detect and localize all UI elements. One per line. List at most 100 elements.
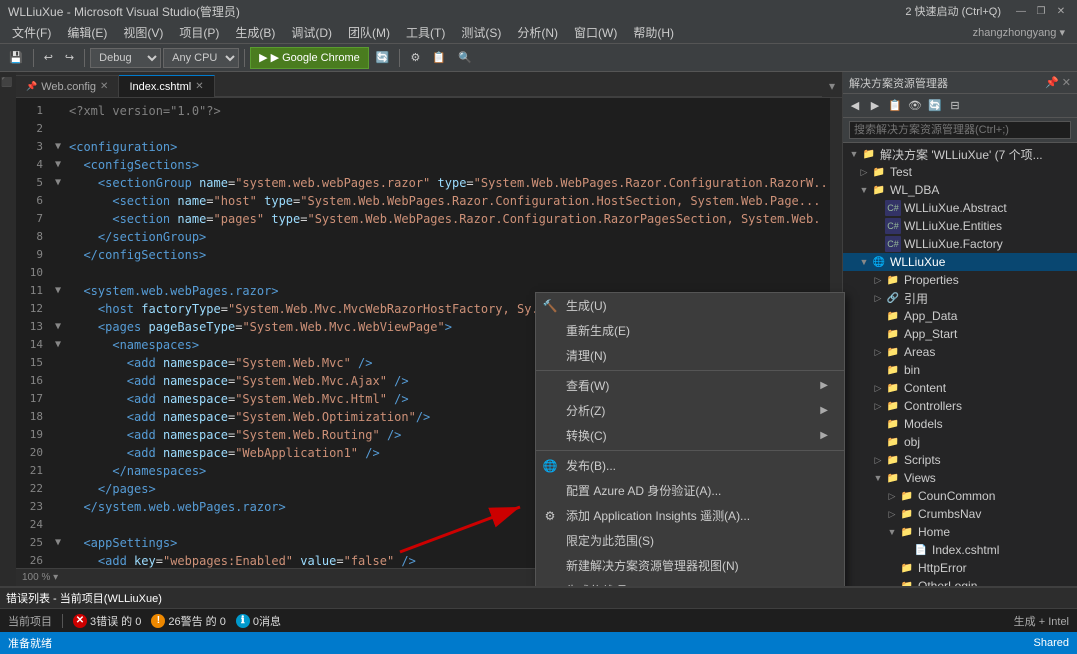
menubar: 文件(F) 编辑(E) 视图(V) 项目(P) 生成(B) 调试(D) 团队(M… [0, 22, 1077, 44]
tree-content[interactable]: ▷ 📁 Content [843, 379, 1077, 397]
ctx-clean[interactable]: 清理(N) [536, 343, 844, 368]
minimize-button[interactable]: — [1013, 3, 1029, 19]
ctx-transform[interactable]: 转换(C) ▶ [536, 423, 844, 448]
toolbar-save[interactable]: 💾 [4, 47, 28, 69]
debug-config-dropdown[interactable]: Debug Release [90, 48, 161, 68]
statusbar: 准备就绪 Shared [0, 632, 1077, 654]
tree-wlliuxue-proj[interactable]: ▼ 🌐 WLLiuXue [843, 253, 1077, 271]
sol-btn-forward[interactable]: ▶ [866, 97, 884, 115]
tree-properties[interactable]: ▷ 📁 Properties [843, 271, 1077, 289]
tree-models[interactable]: 📁 Models [843, 415, 1077, 433]
tree-crumbsnav[interactable]: ▷ 📁 CrumbsNav [843, 505, 1077, 523]
solution-search-input[interactable] [849, 121, 1071, 139]
menu-help[interactable]: 帮助(H) [625, 22, 682, 43]
menu-build[interactable]: 生成(B) [227, 22, 283, 43]
error-badge[interactable]: ✕ 3错误 的 0 [73, 613, 141, 629]
tab-webconfig[interactable]: 📌 Web.config ✕ [16, 75, 119, 97]
close-button[interactable]: ✕ [1053, 3, 1069, 19]
solution-tree: ▼ 📁 解决方案 'WLLiuXue' (7 个项... ▷ 📁 Test ▼ … [843, 143, 1077, 586]
tree-appstart[interactable]: 📁 App_Start [843, 325, 1077, 343]
menu-debug[interactable]: 调试(D) [283, 22, 340, 43]
menu-analyze[interactable]: 分析(N) [509, 22, 566, 43]
ctx-scope[interactable]: 限定为此范围(S) [536, 528, 844, 553]
tree-solution[interactable]: ▼ 📁 解决方案 'WLLiuXue' (7 个项... [843, 145, 1077, 163]
ctx-build-deps[interactable]: 生成依赖项(B) ▶ [536, 578, 844, 586]
tab-indexcshtml[interactable]: Index.cshtml ✕ [119, 75, 214, 97]
info-icon: ℹ [236, 614, 250, 628]
tab-indexcshtml-close[interactable]: ✕ [195, 81, 203, 92]
error-icon: ✕ [73, 614, 87, 628]
ctx-app-insights[interactable]: ⚙ 添加 Application Insights 遥测(A)... [536, 503, 844, 528]
ctx-azure-ad[interactable]: 配置 Azure AD 身份验证(A)... [536, 478, 844, 503]
tab-webconfig-label: Web.config [41, 81, 96, 93]
menu-file[interactable]: 文件(F) [4, 22, 59, 43]
code-line-1: 1 <?xml version="1.0"?> [16, 102, 842, 120]
quick-launch: 2 快速启动 (Ctrl+Q) [905, 3, 1001, 19]
sol-close-btn[interactable]: ✕ [1062, 76, 1071, 89]
menu-edit[interactable]: 编辑(E) [59, 22, 115, 43]
platform-dropdown[interactable]: Any CPU [163, 48, 239, 68]
tree-entities[interactable]: C# WLLiuXue.Entities [843, 217, 1077, 235]
ctx-rebuild[interactable]: 重新生成(E) [536, 318, 844, 343]
tree-views[interactable]: ▼ 📁 Views [843, 469, 1077, 487]
tree-test[interactable]: ▷ 📁 Test [843, 163, 1077, 181]
ctx-view[interactable]: 查看(W) ▶ [536, 373, 844, 398]
tree-wl-dba[interactable]: ▼ 📁 WL_DBA [843, 181, 1077, 199]
tree-areas[interactable]: ▷ 📁 Areas [843, 343, 1077, 361]
tab-indexcshtml-label: Index.cshtml [129, 81, 191, 93]
tree-scripts[interactable]: ▷ 📁 Scripts [843, 451, 1077, 469]
tree-index-cshtml[interactable]: 📄 Index.cshtml [843, 541, 1077, 559]
solution-search-area [843, 118, 1077, 143]
tree-httperror[interactable]: 📁 HttpError [843, 559, 1077, 577]
ctx-analyze[interactable]: 分析(Z) ▶ [536, 398, 844, 423]
title-text: WLLiuXue - Microsoft Visual Studio(管理员) [8, 3, 240, 20]
menu-test[interactable]: 测试(S) [453, 22, 509, 43]
menu-tools[interactable]: 工具(T) [398, 22, 453, 43]
tree-obj[interactable]: 📁 obj [843, 433, 1077, 451]
toolbar-undo[interactable]: ↩ [39, 47, 58, 69]
menu-window[interactable]: 窗口(W) [566, 22, 625, 43]
tree-references[interactable]: ▷ 🔗 引用 [843, 289, 1077, 307]
menu-team[interactable]: 团队(M) [340, 22, 398, 43]
toolbar-misc1[interactable]: ⚙ [405, 47, 425, 69]
toolbar-misc2[interactable]: 📋 [427, 47, 451, 69]
tab-webconfig-close[interactable]: ✕ [100, 81, 108, 92]
ctx-new-view[interactable]: 新建解决方案资源管理器视图(N) [536, 553, 844, 578]
sol-btn-show-all[interactable]: 👁 [906, 97, 924, 115]
tree-home[interactable]: ▼ 📁 Home [843, 523, 1077, 541]
menu-project[interactable]: 项目(P) [171, 22, 227, 43]
sol-pin-btn[interactable]: 📌 [1045, 76, 1059, 89]
tree-bin[interactable]: 📁 bin [843, 361, 1077, 379]
code-line-8: 8 </sectionGroup> [16, 228, 842, 246]
toolbar-misc3[interactable]: 🔍 [453, 47, 477, 69]
menu-view[interactable]: 视图(V) [115, 22, 171, 43]
tree-factory[interactable]: C# WLLiuXue.Factory [843, 235, 1077, 253]
message-badge[interactable]: ℹ 0消息 [236, 613, 281, 629]
error-list-body: 当前项目 ✕ 3错误 的 0 ! 26警告 的 0 ℹ 0消息 生成 + Int… [0, 609, 1077, 632]
tree-otherlogin[interactable]: 📁 OtherLogin [843, 577, 1077, 586]
warning-badge[interactable]: ! 26警告 的 0 [151, 613, 225, 629]
tree-appdata[interactable]: 📁 App_Data [843, 307, 1077, 325]
code-line-2: 2 [16, 120, 842, 138]
tree-abstract[interactable]: C# WLLiuXue.Abstract [843, 199, 1077, 217]
ctx-sep-2 [536, 450, 844, 451]
run-button[interactable]: ▶ ▶ Google Chrome [250, 47, 369, 69]
error-count: 3错误 的 0 [90, 613, 141, 629]
bottom-area: 错误列表 - 当前项目(WLLiuXue) 当前项目 ✕ 3错误 的 0 ! 2… [0, 586, 1077, 632]
sol-btn-collapse[interactable]: ⊟ [946, 97, 964, 115]
sol-btn-back[interactable]: ◀ [846, 97, 864, 115]
toolbar-redo[interactable]: ↪ [60, 47, 79, 69]
tree-councommon[interactable]: ▷ 📁 CounCommon [843, 487, 1077, 505]
sol-btn-properties[interactable]: 📋 [886, 97, 904, 115]
ctx-build[interactable]: 🔨 生成(U) [536, 293, 844, 318]
ctx-publish[interactable]: 🌐 发布(B)... [536, 453, 844, 478]
code-line-7: 7 <section name="pages" type="System.Web… [16, 210, 842, 228]
zoom-label: 100 % ▾ [22, 572, 58, 583]
sol-btn-refresh[interactable]: 🔄 [926, 97, 944, 115]
tab-scroll-btn[interactable]: ▾ [822, 75, 842, 97]
solution-explorer-toolbar: ◀ ▶ 📋 👁 🔄 ⊟ [843, 94, 1077, 118]
toolbar-refresh[interactable]: 🔄 [371, 47, 395, 69]
restore-button[interactable]: ❐ [1033, 3, 1049, 19]
error-list-header: 错误列表 - 当前项目(WLLiuXue) [0, 587, 1077, 609]
tree-controllers[interactable]: ▷ 📁 Controllers [843, 397, 1077, 415]
